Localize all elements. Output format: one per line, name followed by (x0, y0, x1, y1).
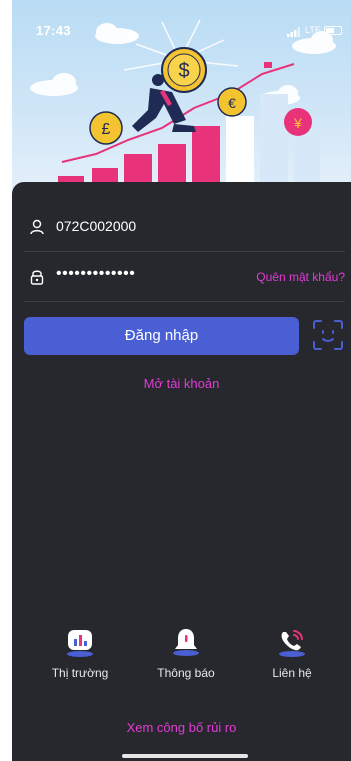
pound-coin-symbol: £ (102, 121, 111, 138)
face-id-icon[interactable] (312, 319, 344, 351)
forgot-password-link[interactable]: Quên mật khẩu? (256, 270, 345, 284)
nav-item-contact[interactable]: Liên hệ (242, 626, 342, 686)
divider (24, 301, 345, 302)
yen-coin-symbol: ¥ (293, 115, 302, 131)
bell-icon (173, 629, 199, 656)
network-label: LTE (305, 25, 321, 35)
username-value: 072C002000 (56, 218, 137, 234)
battery-icon (324, 26, 342, 35)
status-bar: 17:43 LTE (12, 18, 351, 42)
password-value: ••••••••••••• (56, 265, 136, 282)
nav-label-market: Thị trường (51, 666, 109, 680)
login-panel: 072C002000 ••••••••••••• Quên mật khẩu? … (12, 182, 351, 761)
lock-icon (30, 270, 44, 285)
nav-item-notifications[interactable]: Thông báo (136, 626, 236, 686)
login-button[interactable]: Đăng nhập (24, 317, 299, 355)
login-screen: $ £ € ¥ 17:43 LTE 072C002000 •••••••••••… (0, 0, 351, 761)
password-field[interactable]: ••••••••••••• Quên mật khẩu? (12, 252, 351, 302)
quick-nav: Thị trường Thông báo Liên hệ (12, 626, 351, 686)
nav-item-market[interactable]: Thị trường (30, 626, 130, 686)
nav-label-notifications: Thông báo (157, 666, 215, 680)
user-icon (30, 219, 44, 235)
nav-label-contact: Liên hệ (272, 666, 312, 680)
market-chart-icon (67, 630, 93, 657)
home-indicator[interactable] (122, 754, 248, 758)
phone-contact-icon (279, 630, 305, 657)
status-time: 17:43 (36, 23, 71, 38)
euro-coin-symbol: € (228, 95, 236, 111)
dollar-coin-symbol: $ (178, 60, 189, 82)
username-field[interactable]: 072C002000 (12, 202, 351, 252)
open-account-link[interactable]: Mở tài khoản (12, 376, 351, 391)
signal-icon (287, 27, 300, 37)
risk-disclosure-link[interactable]: Xem công bố rủi ro (12, 720, 351, 735)
